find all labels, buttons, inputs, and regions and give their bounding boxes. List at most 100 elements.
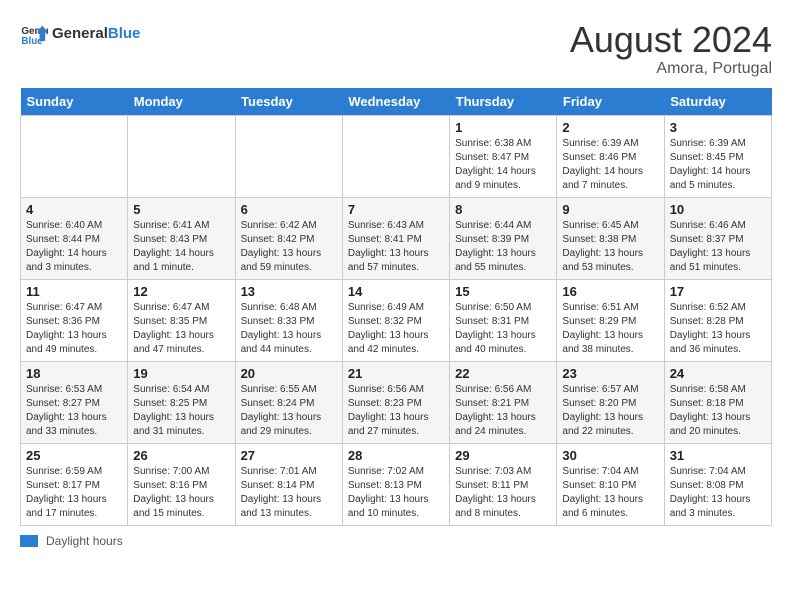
- day-info: Sunrise: 6:39 AM Sunset: 8:46 PM Dayligh…: [562, 137, 658, 193]
- calendar-cell: [342, 115, 449, 197]
- logo-general: General: [52, 25, 108, 42]
- calendar-cell: 1 Sunrise: 6:38 AM Sunset: 8:47 PM Daylig…: [450, 115, 557, 197]
- day-info: Sunrise: 7:03 AM Sunset: 8:11 PM Dayligh…: [455, 465, 551, 521]
- calendar-cell: 18 Sunrise: 6:53 AM Sunset: 8:27 PM Dayli…: [21, 361, 128, 443]
- calendar-cell: 30Sunrise: 7:04 AM Sunset: 8:10 PM Dayli…: [557, 443, 664, 525]
- day-number: 3: [670, 120, 766, 135]
- weekday-wednesday: Wednesday: [342, 88, 449, 116]
- weekday-sunday: Sunday: [21, 88, 128, 116]
- calendar-cell: [235, 115, 342, 197]
- calendar-cell: 5 Sunrise: 6:41 AM Sunset: 8:43 PM Daylig…: [128, 197, 235, 279]
- calendar-cell: 17 Sunrise: 6:52 AM Sunset: 8:28 PM Dayli…: [664, 279, 771, 361]
- calendar-table: SundayMondayTuesdayWednesdayThursdayFrid…: [20, 88, 772, 526]
- calendar-cell: 21 Sunrise: 6:56 AM Sunset: 8:23 PM Dayli…: [342, 361, 449, 443]
- day-number: 18: [26, 366, 122, 381]
- day-info: Sunrise: 6:53 AM Sunset: 8:27 PM Dayligh…: [26, 383, 122, 439]
- weekday-friday: Friday: [557, 88, 664, 116]
- day-info: Sunrise: 7:00 AM Sunset: 8:16 PM Dayligh…: [133, 465, 229, 521]
- calendar-cell: 7 Sunrise: 6:43 AM Sunset: 8:41 PM Daylig…: [342, 197, 449, 279]
- calendar-cell: 13Sunrise: 6:48 AM Sunset: 8:33 PM Dayli…: [235, 279, 342, 361]
- day-number: 14: [348, 284, 444, 299]
- day-info: Sunrise: 6:59 AM Sunset: 8:17 PM Dayligh…: [26, 465, 122, 521]
- day-info: Sunrise: 7:04 AM Sunset: 8:08 PM Dayligh…: [670, 465, 766, 521]
- calendar-cell: 25 Sunrise: 6:59 AM Sunset: 8:17 PM Dayli…: [21, 443, 128, 525]
- day-info: Sunrise: 6:45 AM Sunset: 8:38 PM Dayligh…: [562, 219, 658, 275]
- calendar-cell: 23Sunrise: 6:57 AM Sunset: 8:20 PM Dayli…: [557, 361, 664, 443]
- logo-icon: General Blue: [20, 20, 48, 48]
- calendar-cell: 10Sunrise: 6:46 AM Sunset: 8:37 PM Dayli…: [664, 197, 771, 279]
- day-number: 10: [670, 202, 766, 217]
- day-info: Sunrise: 6:47 AM Sunset: 8:36 PM Dayligh…: [26, 301, 122, 357]
- page-header: General Blue GeneralBlue August 2024 Amo…: [20, 20, 772, 78]
- calendar-cell: 4Sunrise: 6:40 AM Sunset: 8:44 PM Daylig…: [21, 197, 128, 279]
- day-info: Sunrise: 6:47 AM Sunset: 8:35 PM Dayligh…: [133, 301, 229, 357]
- day-number: 4: [26, 202, 122, 217]
- calendar-cell: 26 Sunrise: 7:00 AM Sunset: 8:16 PM Dayli…: [128, 443, 235, 525]
- day-number: 9: [562, 202, 658, 217]
- day-number: 17: [670, 284, 766, 299]
- day-number: 2: [562, 120, 658, 135]
- calendar-cell: 12 Sunrise: 6:47 AM Sunset: 8:35 PM Dayli…: [128, 279, 235, 361]
- day-number: 27: [241, 448, 337, 463]
- day-info: Sunrise: 6:56 AM Sunset: 8:23 PM Dayligh…: [348, 383, 444, 439]
- calendar-cell: 9 Sunrise: 6:45 AM Sunset: 8:38 PM Daylig…: [557, 197, 664, 279]
- day-info: Sunrise: 6:39 AM Sunset: 8:45 PM Dayligh…: [670, 137, 766, 193]
- day-number: 15: [455, 284, 551, 299]
- logo: General Blue GeneralBlue: [20, 20, 140, 48]
- day-info: Sunrise: 6:38 AM Sunset: 8:47 PM Dayligh…: [455, 137, 551, 193]
- week-row-4: 25 Sunrise: 6:59 AM Sunset: 8:17 PM Dayli…: [21, 443, 772, 525]
- day-number: 23: [562, 366, 658, 381]
- day-info: Sunrise: 7:04 AM Sunset: 8:10 PM Dayligh…: [562, 465, 658, 521]
- week-row-1: 4Sunrise: 6:40 AM Sunset: 8:44 PM Daylig…: [21, 197, 772, 279]
- day-number: 6: [241, 202, 337, 217]
- day-number: 8: [455, 202, 551, 217]
- calendar-cell: 6 Sunrise: 6:42 AM Sunset: 8:42 PM Daylig…: [235, 197, 342, 279]
- calendar-cell: 2 Sunrise: 6:39 AM Sunset: 8:46 PM Daylig…: [557, 115, 664, 197]
- legend: Daylight hours: [20, 534, 772, 548]
- weekday-saturday: Saturday: [664, 88, 771, 116]
- day-info: Sunrise: 6:52 AM Sunset: 8:28 PM Dayligh…: [670, 301, 766, 357]
- weekday-header-row: SundayMondayTuesdayWednesdayThursdayFrid…: [21, 88, 772, 116]
- day-info: Sunrise: 6:42 AM Sunset: 8:42 PM Dayligh…: [241, 219, 337, 275]
- calendar-cell: [128, 115, 235, 197]
- day-number: 12: [133, 284, 229, 299]
- calendar-cell: 15 Sunrise: 6:50 AM Sunset: 8:31 PM Dayli…: [450, 279, 557, 361]
- legend-color-box: [20, 535, 38, 547]
- day-info: Sunrise: 7:02 AM Sunset: 8:13 PM Dayligh…: [348, 465, 444, 521]
- day-number: 1: [455, 120, 551, 135]
- day-number: 26: [133, 448, 229, 463]
- day-info: Sunrise: 6:50 AM Sunset: 8:31 PM Dayligh…: [455, 301, 551, 357]
- calendar-cell: 24Sunrise: 6:58 AM Sunset: 8:18 PM Dayli…: [664, 361, 771, 443]
- calendar-cell: 19Sunrise: 6:54 AM Sunset: 8:25 PM Dayli…: [128, 361, 235, 443]
- day-info: Sunrise: 6:43 AM Sunset: 8:41 PM Dayligh…: [348, 219, 444, 275]
- legend-label: Daylight hours: [46, 534, 123, 548]
- calendar-cell: 28Sunrise: 7:02 AM Sunset: 8:13 PM Dayli…: [342, 443, 449, 525]
- day-number: 16: [562, 284, 658, 299]
- week-row-3: 18 Sunrise: 6:53 AM Sunset: 8:27 PM Dayli…: [21, 361, 772, 443]
- day-info: Sunrise: 7:01 AM Sunset: 8:14 PM Dayligh…: [241, 465, 337, 521]
- day-number: 25: [26, 448, 122, 463]
- day-number: 5: [133, 202, 229, 217]
- calendar-cell: 29 Sunrise: 7:03 AM Sunset: 8:11 PM Dayli…: [450, 443, 557, 525]
- calendar-cell: 8Sunrise: 6:44 AM Sunset: 8:39 PM Daylig…: [450, 197, 557, 279]
- day-info: Sunrise: 6:56 AM Sunset: 8:21 PM Dayligh…: [455, 383, 551, 439]
- calendar-cell: 27 Sunrise: 7:01 AM Sunset: 8:14 PM Dayli…: [235, 443, 342, 525]
- day-number: 21: [348, 366, 444, 381]
- day-info: Sunrise: 6:41 AM Sunset: 8:43 PM Dayligh…: [133, 219, 229, 275]
- day-number: 7: [348, 202, 444, 217]
- day-number: 29: [455, 448, 551, 463]
- calendar-cell: 14 Sunrise: 6:49 AM Sunset: 8:32 PM Dayli…: [342, 279, 449, 361]
- day-info: Sunrise: 6:54 AM Sunset: 8:25 PM Dayligh…: [133, 383, 229, 439]
- day-number: 24: [670, 366, 766, 381]
- weekday-tuesday: Tuesday: [235, 88, 342, 116]
- calendar-cell: 22 Sunrise: 6:56 AM Sunset: 8:21 PM Dayli…: [450, 361, 557, 443]
- day-info: Sunrise: 6:55 AM Sunset: 8:24 PM Dayligh…: [241, 383, 337, 439]
- title-block: August 2024 Amora, Portugal: [570, 20, 772, 78]
- calendar-cell: [21, 115, 128, 197]
- day-info: Sunrise: 6:49 AM Sunset: 8:32 PM Dayligh…: [348, 301, 444, 357]
- day-number: 13: [241, 284, 337, 299]
- day-number: 22: [455, 366, 551, 381]
- day-number: 11: [26, 284, 122, 299]
- day-number: 20: [241, 366, 337, 381]
- calendar-cell: 16Sunrise: 6:51 AM Sunset: 8:29 PM Dayli…: [557, 279, 664, 361]
